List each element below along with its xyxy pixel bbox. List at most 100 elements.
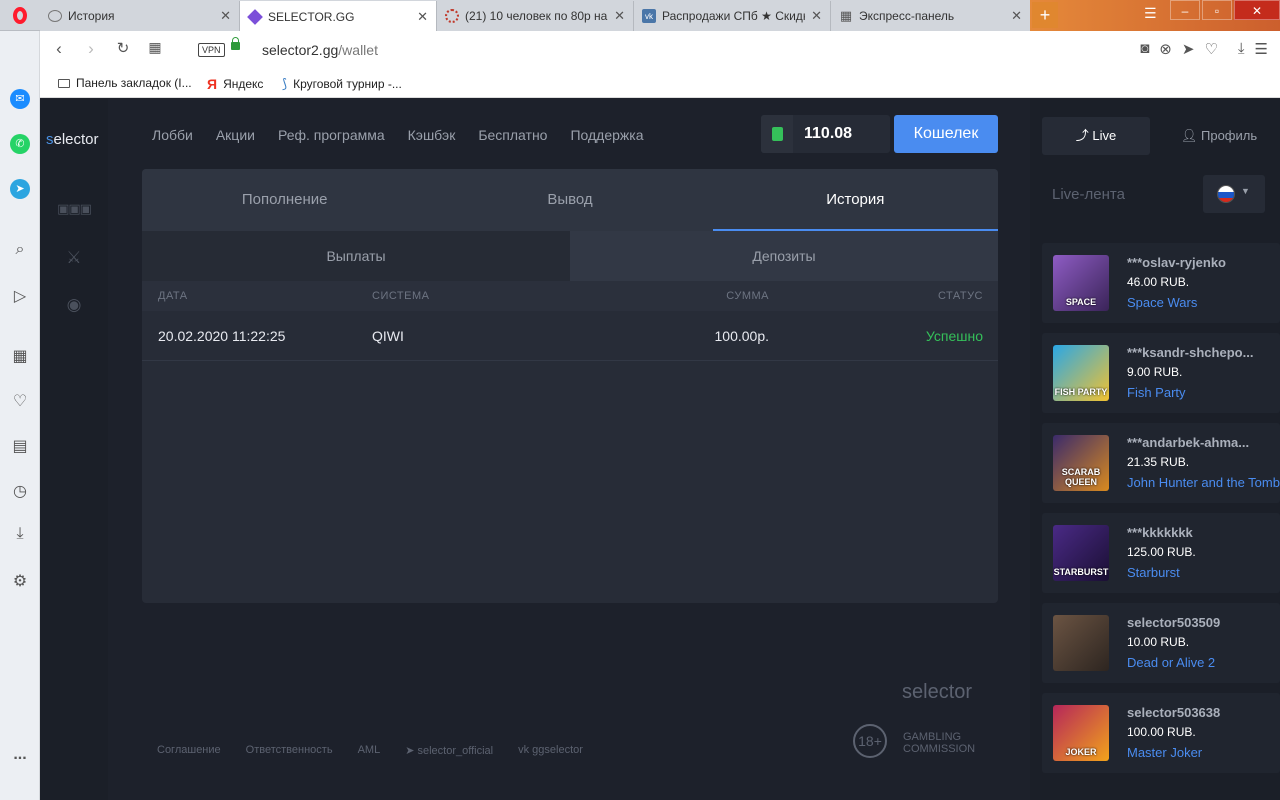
settings-icon[interactable]: ⚙ xyxy=(0,571,40,591)
nav-cashback[interactable]: Кэшбэк xyxy=(408,127,456,143)
search-icon[interactable]: ⌕ xyxy=(0,241,40,259)
close-icon[interactable]: ✕ xyxy=(1011,8,1022,24)
feed-amount: 9.00 RUB. xyxy=(1127,365,1183,379)
live-feed-item[interactable]: JOKER selector503638 100.00 RUB. Master … xyxy=(1042,693,1280,773)
url-field[interactable]: selector2.gg/wallet xyxy=(262,42,378,58)
tab-profile[interactable]: 👤︎ Профиль xyxy=(1170,117,1268,155)
tab-menu-icon[interactable]: ☰ xyxy=(1144,5,1157,22)
nav-promotions[interactable]: Акции xyxy=(216,127,255,143)
subtab-deposits[interactable]: Депозиты xyxy=(570,231,998,281)
feed-game-link[interactable]: Dead or Alive 2 xyxy=(1127,655,1215,670)
vk-label: ggselector xyxy=(532,744,583,756)
yandex-icon: Я xyxy=(207,76,218,92)
site-top-nav: Лобби Акции Реф. программа Кэшбэк Беспла… xyxy=(152,127,644,143)
tab-withdraw[interactable]: Вывод xyxy=(427,169,712,231)
heart-icon[interactable]: ♡ xyxy=(0,391,40,411)
live-feed-item[interactable]: SPACE ***oslav-ryjenko 46.00 RUB. Space … xyxy=(1042,243,1280,323)
snapshot-icon[interactable]: ◙ xyxy=(1140,40,1149,58)
send-icon[interactable]: ▷ xyxy=(0,286,40,306)
close-icon[interactable]: ✕ xyxy=(220,8,231,24)
nav-free[interactable]: Бесплатно xyxy=(478,127,547,143)
bookmark-yandex[interactable]: Я Яндекс xyxy=(207,76,263,92)
feed-game-link[interactable]: John Hunter and the Tomb xyxy=(1127,475,1280,490)
tabs-grid-icon[interactable]: ▦ xyxy=(144,39,166,56)
new-tab-button[interactable]: + xyxy=(1032,2,1058,28)
bookmark-panel[interactable]: Панель закладок (I... xyxy=(58,76,192,90)
feed-game-link[interactable]: Master Joker xyxy=(1127,745,1202,760)
download-icon[interactable]: ⤓ xyxy=(1238,40,1245,58)
trend-icon: ⤴ xyxy=(1075,128,1093,143)
opera-menu-icon[interactable] xyxy=(0,0,40,31)
tab-live[interactable]: ⤴ Live xyxy=(1042,117,1150,155)
balance-widget[interactable]: 110.08 xyxy=(761,115,890,153)
wallet-panel: Пополнение Вывод История Выплаты Депозит… xyxy=(142,169,998,603)
bookmark-tournament[interactable]: ⟆ Круговой турнир -... xyxy=(282,76,402,92)
live-feed-item[interactable]: FISH PARTY ***ksandr-shchepo... 9.00 RUB… xyxy=(1042,333,1280,413)
language-selector[interactable]: ▼ xyxy=(1203,175,1265,213)
live-label: Live xyxy=(1092,128,1117,143)
browser-tab-history[interactable]: История ✕ xyxy=(40,1,240,31)
browser-tab-vk-post[interactable]: (21) 10 человек по 80р на ✕ xyxy=(437,1,634,31)
table-header: ДАТА СИСТЕМА СУММА СТАТУС xyxy=(142,281,998,311)
telegram-icon[interactable]: ➤ xyxy=(0,179,40,199)
easy-setup-icon[interactable]: ☰ xyxy=(1255,40,1268,58)
close-icon[interactable]: ✕ xyxy=(614,8,625,24)
live-feed-item[interactable]: SCARAB QUEEN ***andarbek-ahma... 21.35 R… xyxy=(1042,423,1280,503)
tab-history[interactable]: История xyxy=(712,169,998,231)
heart-icon[interactable]: ♡ xyxy=(1204,40,1217,58)
browser-tab-speed-dial[interactable]: ▦ Экспресс-панель ✕ xyxy=(831,1,1031,31)
whatsapp-icon[interactable]: ✆ xyxy=(0,134,40,154)
live-feed-item[interactable]: selector503509 10.00 RUB. Dead or Alive … xyxy=(1042,603,1280,683)
minimize-icon[interactable]: – xyxy=(1170,0,1200,20)
footer-links: Соглашение Ответственность AML ➤ selecto… xyxy=(157,744,583,757)
share-icon[interactable]: ➤ xyxy=(1182,40,1195,58)
tournament-icon: ⟆ xyxy=(282,76,288,91)
download-icon[interactable]: ⤓ xyxy=(0,525,40,543)
feed-user: ***ksandr-shchepo... xyxy=(1127,345,1254,360)
wallet-button[interactable]: Кошелек xyxy=(894,115,998,153)
crossed-swords-icon[interactable]: ⚔ xyxy=(60,244,88,272)
site-logo[interactable]: selector xyxy=(46,131,99,148)
tab-deposit[interactable]: Пополнение xyxy=(142,169,427,231)
nav-referral[interactable]: Реф. программа xyxy=(278,127,385,143)
nav-support[interactable]: Поддержка xyxy=(570,127,643,143)
back-icon[interactable]: ‹ xyxy=(48,39,70,59)
grid-icon[interactable]: ▦ xyxy=(0,346,40,366)
row-date: 20.02.2020 11:22:25 xyxy=(158,328,286,344)
vpn-badge[interactable]: VPN xyxy=(198,43,225,57)
link-vk[interactable]: vk ggselector xyxy=(518,744,583,757)
bookmark-label: Яндекс xyxy=(223,77,264,91)
feed-game-link[interactable]: Space Wars xyxy=(1127,295,1197,310)
link-responsibility[interactable]: Ответственность xyxy=(246,744,333,757)
slots-icon[interactable]: ▣▣▣ xyxy=(57,195,92,223)
commission-line-2: COMMISSION xyxy=(903,743,976,755)
live-feed-item[interactable]: STARBURST ***kkkkkkk 125.00 RUB. Starbur… xyxy=(1042,513,1280,593)
link-aml[interactable]: AML xyxy=(358,744,381,757)
browser-tab-selector[interactable]: SELECTOR.GG ✕ xyxy=(240,1,437,32)
window-controls: – ▫ ✕ xyxy=(1168,0,1280,20)
subtab-payouts[interactable]: Выплаты xyxy=(142,231,570,281)
browser-tab-vk-sales[interactable]: vk Распродажи СПб ★ Скидк ✕ xyxy=(634,1,831,31)
news-icon[interactable]: ▤ xyxy=(0,436,40,456)
more-icon[interactable]: ... xyxy=(0,746,40,764)
history-icon[interactable]: ◷ xyxy=(0,481,40,501)
close-window-icon[interactable]: ✕ xyxy=(1234,0,1280,20)
messenger-icon[interactable]: ✉ xyxy=(0,89,40,109)
maximize-icon[interactable]: ▫ xyxy=(1202,0,1232,20)
telegram-label: selector_official xyxy=(417,745,494,757)
link-telegram[interactable]: ➤ selector_official xyxy=(405,744,493,757)
reload-icon[interactable]: ↻ xyxy=(112,39,134,57)
close-icon[interactable]: ✕ xyxy=(417,9,428,25)
forward-icon[interactable]: › xyxy=(80,39,102,59)
url-host: selector2.gg xyxy=(262,42,339,58)
lock-icon[interactable] xyxy=(231,37,240,50)
game-thumbnail: FISH PARTY xyxy=(1053,345,1109,401)
feed-game-link[interactable]: Starburst xyxy=(1127,565,1180,580)
close-icon[interactable]: ✕ xyxy=(811,8,822,24)
header-amount: СУММА xyxy=(726,290,769,302)
nav-lobby[interactable]: Лобби xyxy=(152,127,193,143)
link-agreement[interactable]: Соглашение xyxy=(157,744,221,757)
feed-game-link[interactable]: Fish Party xyxy=(1127,385,1186,400)
adblock-icon[interactable]: ⊗ xyxy=(1159,40,1172,58)
support-headset-icon[interactable]: ◉ xyxy=(60,291,88,319)
